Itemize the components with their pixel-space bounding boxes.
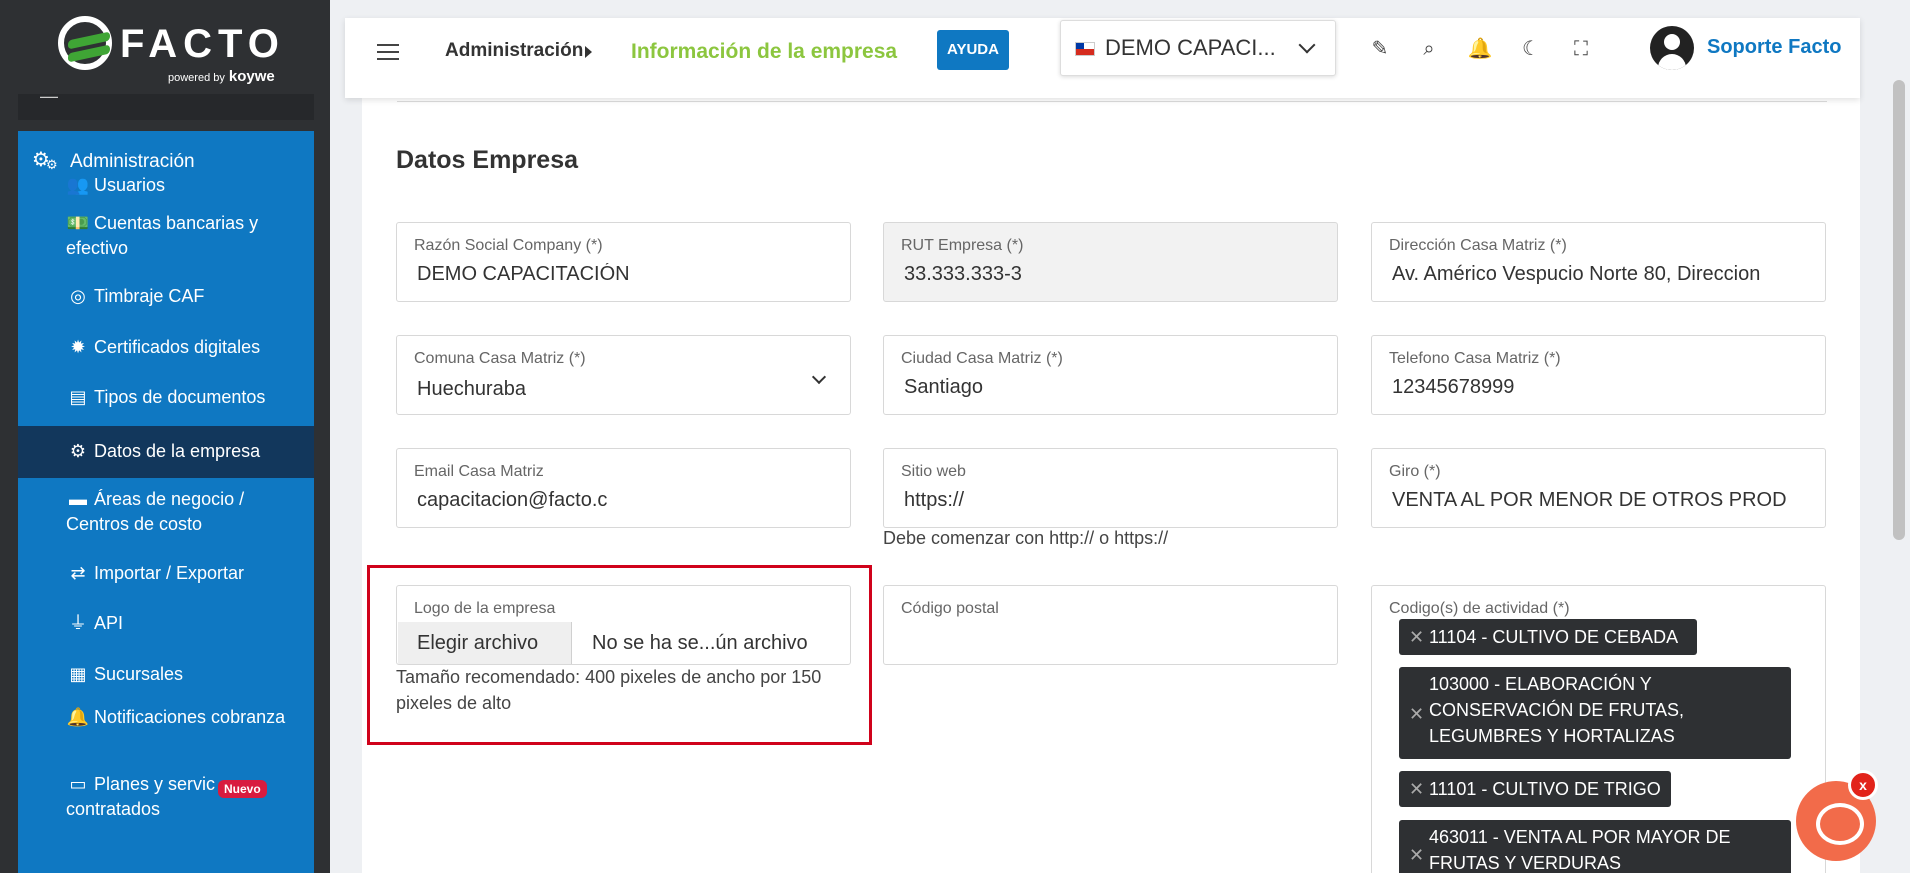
chat-close-button[interactable]: x	[1848, 770, 1878, 800]
powered-by: powered by koywe	[168, 68, 275, 85]
close-icon[interactable]: ✕	[1409, 842, 1424, 868]
activity-tag: ✕ 463011 - VENTA AL POR MAYOR DE FRUTAS Y…	[1399, 820, 1791, 873]
activity-tag: ✕ 103000 - ELABORACIÓN Y CONSERVACIÓN DE …	[1399, 667, 1791, 759]
page-scrollbar[interactable]	[1893, 80, 1905, 540]
fullscreen-icon[interactable]: ⛶	[1566, 34, 1596, 64]
sidebar-menu: Administración 👥Usuarios 💵Cuentas bancar…	[18, 131, 314, 873]
certificate-icon: ✹	[70, 337, 86, 357]
users-icon: 👥	[66, 175, 90, 195]
close-icon[interactable]: ✕	[1409, 624, 1424, 650]
bell-icon[interactable]: 🔔	[1465, 34, 1495, 64]
plug-icon: ⏚	[69, 613, 87, 633]
facto-logo[interactable]: FACTO powered by koywe	[58, 16, 279, 85]
top-header: Administración Información de la empresa…	[345, 18, 1860, 98]
logo-highlight-box	[367, 565, 872, 745]
document-icon: ▤	[69, 387, 87, 407]
brand-name: FACTO	[120, 22, 285, 66]
plan-icon: ▭	[69, 774, 87, 794]
sidebar: FACTO powered bykoywe — Administración 👥…	[0, 0, 330, 873]
exchange-icon: ⇄	[70, 563, 86, 583]
sidebar-item-tipos-documentos[interactable]: ▤ Tipos de documentos	[18, 377, 314, 419]
breadcrumb-arrow-icon	[585, 46, 592, 58]
facto-logo-icon	[58, 16, 112, 70]
moon-icon[interactable]: ☾	[1516, 34, 1546, 64]
close-icon[interactable]: ✕	[1409, 701, 1424, 727]
sidebar-item-importar-exportar[interactable]: ⇄ Importar / Exportar	[18, 553, 314, 595]
chile-flag-icon	[1075, 42, 1095, 56]
new-badge: Nuevo	[218, 780, 267, 798]
ciudad-field[interactable]: Ciudad Casa Matriz (*) Santiago	[883, 335, 1338, 415]
search-icon: —	[40, 86, 58, 106]
search-icon[interactable]: ⌕	[1414, 34, 1444, 64]
telefono-field[interactable]: Telefono Casa Matriz (*) 12345678999	[1371, 335, 1826, 415]
sidebar-item-sucursales[interactable]: ▦ Sucursales	[18, 654, 314, 696]
sitio-web-help: Debe comenzar con http:// o https://	[883, 528, 1169, 548]
sidebar-item-datos-empresa[interactable]: ⚙ Datos de la empresa	[18, 426, 314, 478]
sidebar-item-notificaciones[interactable]: 🔔 Notificaciones cobranza	[18, 705, 314, 765]
sidebar-item-areas-negocio[interactable]: ▬ Áreas de negocio / Centros de costo	[18, 487, 314, 547]
email-field[interactable]: Email Casa Matriz capacitacion@facto.c	[396, 448, 851, 528]
sidebar-search[interactable]: —	[18, 86, 314, 120]
user-name[interactable]: Soporte Facto	[1707, 36, 1841, 59]
actividad-multiselect[interactable]: Codigo(s) de actividad (*) ✕ 11104 - CULT…	[1371, 585, 1826, 873]
money-icon: 💵	[66, 213, 90, 233]
direccion-field[interactable]: Dirección Casa Matriz (*) Av. Américo Ve…	[1371, 222, 1826, 302]
avatar[interactable]	[1650, 26, 1694, 70]
archive-icon: ▬	[69, 489, 87, 509]
rut-field: RUT Empresa (*) 33.333.333-3	[883, 222, 1338, 302]
activity-tag: ✕ 11104 - CULTIVO DE CEBADA	[1399, 619, 1697, 655]
bell-icon: 🔔	[66, 707, 90, 727]
codigo-postal-field[interactable]: Código postal	[883, 585, 1338, 665]
breadcrumb-parent[interactable]: Administración	[445, 40, 583, 62]
giro-field[interactable]: Giro (*) VENTA AL POR MENOR DE OTROS PRO…	[1371, 448, 1826, 528]
building-icon: ▦	[69, 664, 87, 684]
activity-tag: ✕ 11101 - CULTIVO DE TRIGO	[1399, 771, 1671, 807]
chevron-down-icon	[1298, 36, 1316, 54]
stamp-icon: ◎	[70, 286, 86, 306]
gear-icon: ⚙	[69, 441, 87, 461]
comuna-select[interactable]: Comuna Casa Matriz (*) Huechuraba	[396, 335, 851, 415]
content-card: Datos Empresa Razón Social Company (*) D…	[362, 98, 1860, 873]
section-title: Datos Empresa	[396, 146, 579, 174]
sidebar-item-cuentas[interactable]: 💵 Cuentas bancarias y efectivo	[18, 211, 314, 271]
company-selector[interactable]: DEMO CAPACI...	[1060, 20, 1336, 76]
sidebar-item-certificados[interactable]: ✹ Certificados digitales	[18, 327, 314, 369]
sidebar-item-usuarios[interactable]: 👥 Usuarios	[18, 161, 314, 209]
sidebar-item-api[interactable]: ⏚ API	[18, 603, 314, 645]
tabs-bar	[397, 98, 1827, 102]
sidebar-item-timbraje[interactable]: ◎ Timbraje CAF	[18, 276, 314, 318]
page-title: Información de la empresa	[631, 40, 898, 63]
sitio-web-field[interactable]: Sitio web https://	[883, 448, 1338, 528]
help-button[interactable]: AYUDA	[937, 30, 1009, 70]
razon-social-field[interactable]: Razón Social Company (*) DEMO CAPACITACI…	[396, 222, 851, 302]
hamburger-menu-icon[interactable]	[377, 44, 399, 62]
sidebar-item-planes[interactable]: ▭ Planes y servic contratados Nuevo	[18, 772, 314, 832]
close-icon[interactable]: ✕	[1409, 776, 1424, 802]
edit-document-icon[interactable]: ✎	[1365, 34, 1395, 64]
